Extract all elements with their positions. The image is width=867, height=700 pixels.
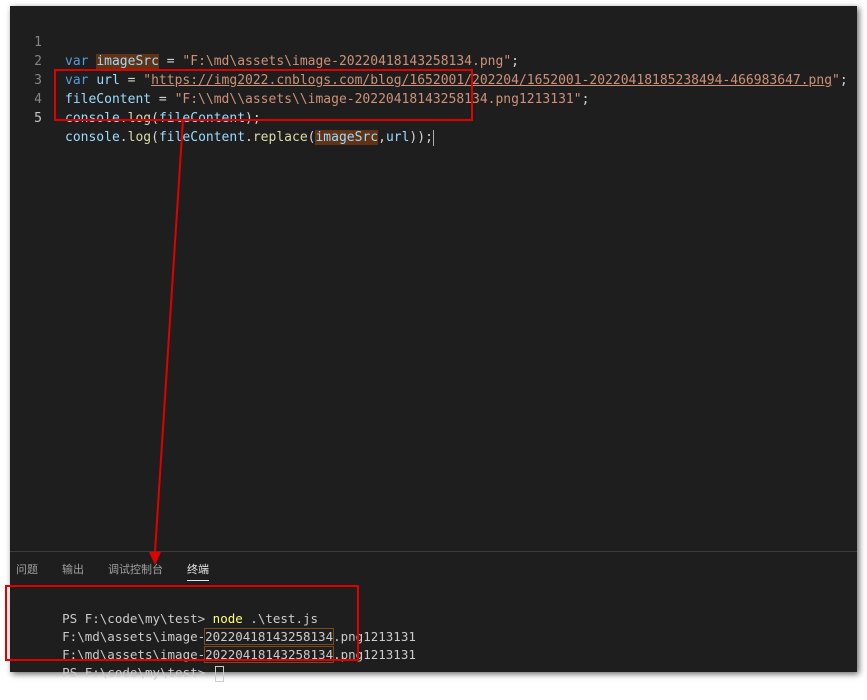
tab-problems[interactable]: 问题 [16,562,38,578]
identifier: console [65,130,120,145]
tab-terminal[interactable]: 终端 [187,562,209,581]
identifier: url [385,130,410,145]
paren-semicolon: )); [409,130,433,145]
dot: . [245,130,253,145]
quote: " [832,73,840,88]
code-line-5[interactable]: 5 console.log(fileContent.replace(imageS… [10,90,434,146]
keyword: var [65,54,89,69]
code-line-2[interactable]: 2 var url = "https://img2022.cnblogs.com… [10,33,848,88]
identifier: fileContent [158,130,246,145]
annotation-box-terminal [5,585,359,661]
function-name: log [127,130,152,145]
terminal-cursor [214,665,224,682]
terminal-prompt: PS F:\code\my\test> [62,665,213,680]
identifier-highlighted: imageSrc [96,54,159,69]
code-line-1[interactable]: 1 var imageSrc = "F:\md\assets\image-202… [10,14,519,69]
line-number: 5 [34,111,42,126]
text-cursor [432,129,434,146]
semicolon: ; [511,54,519,69]
tab-output[interactable]: 输出 [62,562,84,578]
comma: , [378,130,386,145]
annotation-box-code [54,69,473,121]
code-line-4[interactable]: 4 console.log(fileContent); [10,71,261,126]
identifier-highlighted: imageSrc [315,130,379,145]
panel-tabs: 问题 输出 调试控制台 终端 [10,552,857,584]
tab-debug-console[interactable]: 调试控制台 [108,562,163,578]
dot: . [119,130,128,145]
code-line-3[interactable]: 3 fileContent = "F:\\md\\assets\\image-2… [10,52,589,107]
paren: ( [151,130,159,145]
operator: = [166,54,175,69]
function-name: replace [252,130,308,145]
string-literal: "F:\md\assets\image-20220418143258134.pn… [182,54,512,69]
semicolon: ; [839,73,848,88]
semicolon: ; [581,92,590,107]
